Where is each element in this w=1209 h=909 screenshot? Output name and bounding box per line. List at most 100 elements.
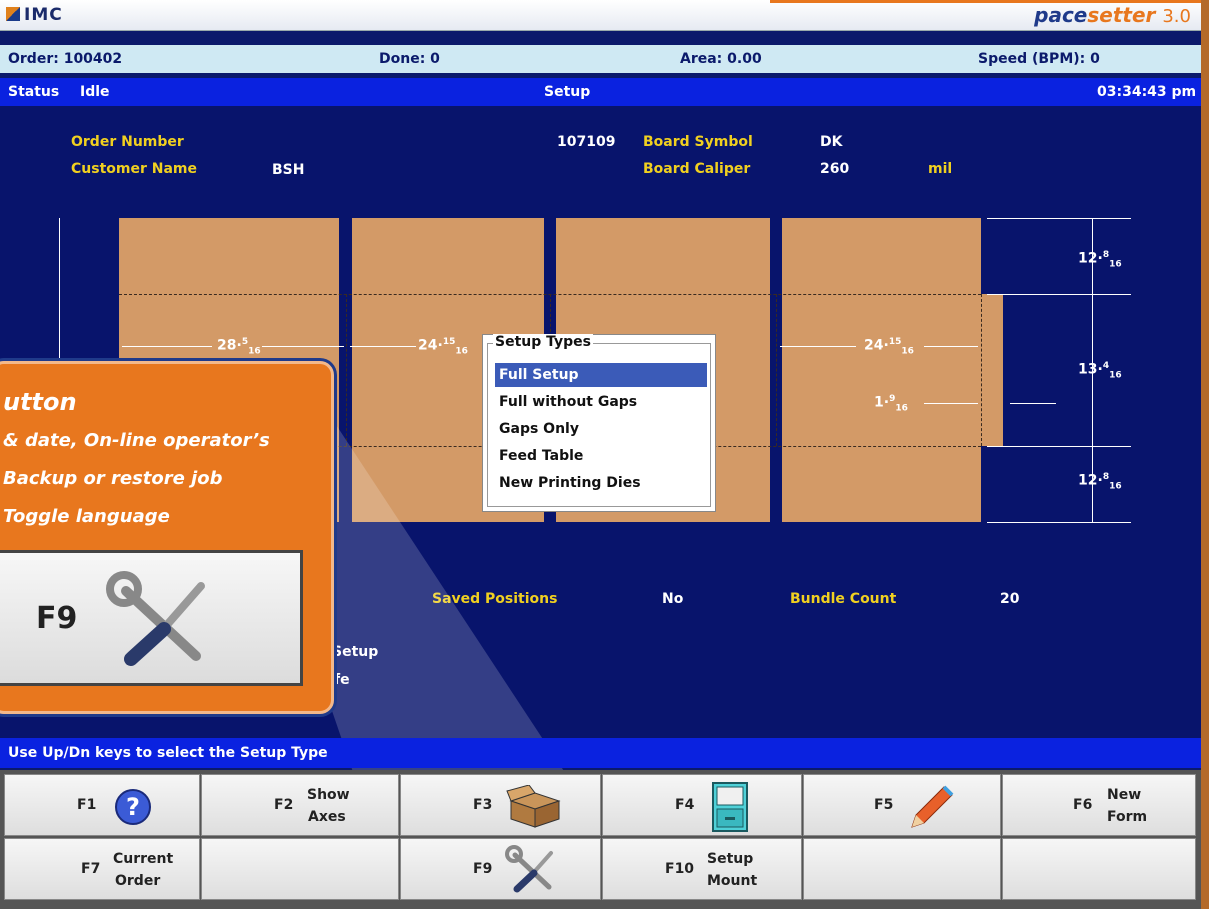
f4-button[interactable]: F4	[602, 774, 802, 836]
callout-line-3: Toggle language	[3, 506, 170, 527]
f5-button[interactable]: F5	[803, 774, 1001, 836]
f6-label-line1: New	[1107, 787, 1142, 803]
mode-label: Setup	[544, 84, 591, 100]
status-value: Idle	[80, 84, 110, 100]
f11-blank-button[interactable]	[803, 838, 1001, 900]
saved-positions-label: Saved Positions	[432, 591, 558, 607]
hint-text: Use Up/Dn keys to select the Setup Type	[8, 745, 328, 761]
board-caliper-value: 260	[820, 161, 850, 177]
board-caliper-unit: mil	[928, 161, 953, 177]
area-readout: Area: 0.00	[680, 51, 762, 67]
callout-f9-button: F9	[0, 550, 303, 686]
f12-blank-button[interactable]	[1002, 838, 1196, 900]
board-symbol-label: Board Symbol	[643, 134, 753, 150]
f6-new-form-button[interactable]: F6 New Form	[1002, 774, 1196, 836]
tools-icon	[505, 845, 553, 893]
dim-line-flap	[1010, 403, 1056, 404]
glue-flap	[981, 294, 1003, 446]
dim-line-1b	[262, 346, 344, 347]
f10-key-label: F10	[665, 861, 695, 877]
f1-button[interactable]: F1 ?	[4, 774, 200, 836]
dim-12-8-16-bottom: 12·816	[1078, 472, 1122, 492]
bundle-count-value: 20	[1000, 591, 1020, 607]
done-readout: Done: 0	[379, 51, 440, 67]
title-bar: IMC pacesetter 3.0	[0, 0, 1209, 31]
dim-line-1a	[122, 346, 212, 347]
order-number-value: 107109	[557, 134, 616, 150]
hint-bar: Use Up/Dn keys to select the Setup Type	[0, 738, 1209, 768]
pencil-icon	[911, 785, 954, 828]
callout-key-label: F9	[36, 601, 78, 636]
setup-type-feed-table[interactable]: Feed Table	[495, 444, 707, 468]
setup-type-full-setup[interactable]: Full Setup	[495, 363, 707, 387]
f5-key-label: F5	[874, 797, 894, 813]
imc-logo: IMC	[6, 5, 63, 25]
dim-24-15-16-a: 24·1516	[418, 337, 468, 357]
status-label: Status	[8, 84, 60, 100]
setup-type-full-without-gaps[interactable]: Full without Gaps	[495, 390, 707, 414]
dim-28-5-16: 28·516	[217, 337, 261, 357]
clock: 03:34:43 pm	[1097, 84, 1197, 100]
f10-label-line2: Mount	[707, 873, 758, 889]
brand-part2: setter	[1087, 3, 1156, 27]
svg-text:?: ?	[126, 793, 140, 821]
status-bar: Status Idle Setup 03:34:43 pm	[0, 78, 1209, 106]
order-info-bar: Order: 100402 Done: 0 Area: 0.00 Speed (…	[0, 45, 1209, 73]
logo-text: IMC	[24, 5, 63, 25]
f7-key-label: F7	[81, 861, 101, 877]
setup-type-gaps-only[interactable]: Gaps Only	[495, 417, 707, 441]
f10-setup-mount-button[interactable]: F10 Setup Mount	[602, 838, 802, 900]
speed-readout: Speed (BPM): 0	[978, 51, 1100, 67]
fold-line-v1	[346, 294, 347, 446]
f6-key-label: F6	[1073, 797, 1093, 813]
bundle-count-label: Bundle Count	[790, 591, 897, 607]
board-symbol-value: DK	[820, 134, 843, 150]
f2-show-axes-button[interactable]: F2 Show Axes	[201, 774, 399, 836]
dim-line-3b	[924, 346, 978, 347]
customer-name-value: BSH	[272, 162, 305, 178]
callout-line-2: Backup or restore job	[3, 468, 223, 489]
cube-icon	[6, 7, 20, 21]
brand-part1: pace	[1034, 3, 1088, 27]
f3-button[interactable]: F3	[400, 774, 601, 836]
fold-line-v3	[776, 294, 777, 446]
f9-tools-button[interactable]: F9	[400, 838, 601, 900]
right-frame-edge	[1201, 0, 1209, 909]
fold-line-v4	[981, 294, 982, 446]
brand-accent-bar	[770, 0, 1209, 3]
tools-icon	[106, 571, 205, 666]
dim-1-9-16: 1·916	[874, 394, 908, 414]
pacesetter-brand: pacesetter 3.0	[1034, 3, 1191, 27]
board-caliper-label: Board Caliper	[643, 161, 751, 177]
f7-label-line2: Order	[115, 873, 161, 889]
f2-label-line1: Show	[307, 787, 350, 803]
help-icon: ?	[115, 789, 151, 825]
f7-current-order-button[interactable]: F7 Current Order	[4, 838, 200, 900]
brand-version: 3.0	[1162, 6, 1191, 27]
order-number-label: Order Number	[71, 134, 184, 150]
dim-line-2a	[350, 346, 416, 347]
filing-cabinet-icon	[712, 782, 748, 832]
saved-positions-value: No	[662, 591, 684, 607]
customer-name-label: Customer Name	[71, 161, 197, 177]
f3-key-label: F3	[473, 797, 493, 813]
board-panel-4	[782, 218, 981, 522]
f7-label-line1: Current	[113, 851, 174, 867]
dim-line-3a	[780, 346, 856, 347]
setup-types-popup[interactable]: Setup Types Full Setup Full without Gaps…	[482, 334, 716, 512]
dim-24-15-16-b: 24·1516	[864, 337, 914, 357]
partial-fe-text: fe	[334, 672, 350, 688]
right-tick-bottom	[987, 522, 1131, 523]
f1-key-label: F1	[77, 797, 97, 813]
setup-type-new-printing-dies[interactable]: New Printing Dies	[495, 471, 707, 495]
box-icon	[506, 785, 561, 828]
f2-key-label: F2	[274, 797, 294, 813]
f4-key-label: F4	[675, 797, 695, 813]
callout-title: utton	[3, 388, 77, 416]
dim-12-8-16-top: 12·816	[1078, 250, 1122, 270]
order-readout: Order: 100402	[8, 51, 123, 67]
dim-line-4	[924, 403, 978, 404]
help-callout: utton & date, On-line operator’s Backup …	[0, 361, 334, 714]
function-key-panel: F1 ? F2 Show Axes F3 F4 F5 F6 New Form F…	[0, 770, 1209, 909]
f8-blank-button[interactable]	[201, 838, 399, 900]
